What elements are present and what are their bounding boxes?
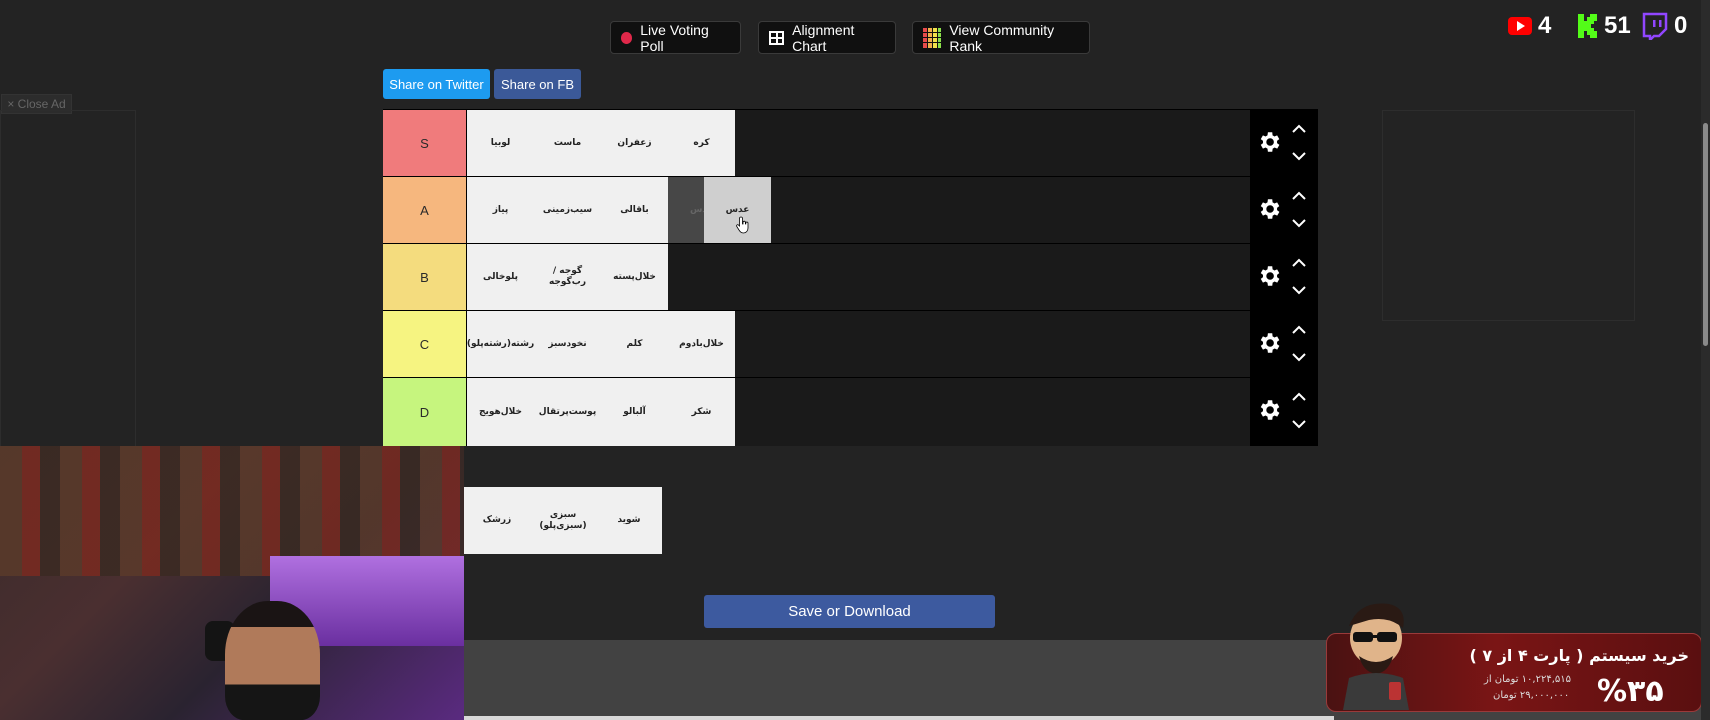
tier-item[interactable]: آلبالو: [601, 378, 668, 446]
kick-icon: [1578, 14, 1597, 38]
tier-label-b[interactable]: B: [383, 244, 467, 310]
pool-item[interactable]: سبزی (سبزی‌پلو): [530, 487, 596, 554]
tier-item[interactable]: ماست: [534, 110, 601, 176]
tier-controls-s: [1250, 110, 1318, 176]
promo-title: خرید سیستم ( پارت ۴ از ۷ ): [1469, 646, 1689, 665]
twitch-count: 0: [1674, 12, 1688, 39]
record-dot-icon: [621, 31, 633, 44]
tier-item[interactable]: پوست‌پرتقال: [534, 378, 601, 446]
twitch-stat: 0: [1640, 10, 1687, 42]
tier-row-b: B پلوخالی گوجه / رب‌گوجه خلال‌پسته: [383, 243, 1318, 310]
promo-price-original: ۲۹,۰۰۰,۰۰۰ تومان: [1493, 690, 1570, 701]
footer-divider: [464, 716, 1334, 720]
kick-stat: 51: [1578, 10, 1631, 42]
tier-list: S لوبیا ماست زعفران کره A پیاز سیب‌زمینی…: [383, 109, 1318, 446]
tier-items-s: لوبیا ماست زعفران کره: [467, 110, 735, 176]
tier-controls-b: [1250, 244, 1318, 310]
chevron-up-icon[interactable]: [1291, 124, 1307, 134]
tier-row-s: S لوبیا ماست زعفران کره: [383, 109, 1318, 176]
chevron-up-icon[interactable]: [1291, 392, 1307, 402]
tier-label-c[interactable]: C: [383, 311, 467, 377]
twitch-icon: [1642, 12, 1668, 40]
tier-controls-c: [1250, 311, 1318, 377]
tier-items-d: خلال‌هویج پوست‌پرتقال آلبالو شکر: [467, 378, 735, 446]
right-ad-slot: [1382, 110, 1635, 321]
tier-item[interactable]: لوبیا: [467, 110, 534, 176]
unranked-pool: زرشک سبزی (سبزی‌پلو) شوید: [464, 487, 662, 554]
color-grid-icon: [923, 27, 942, 48]
gear-icon[interactable]: [1256, 196, 1282, 222]
gear-icon[interactable]: [1256, 129, 1282, 155]
alignment-chart-button[interactable]: Alignment Chart: [758, 21, 896, 54]
tier-item[interactable]: نخودسبز: [534, 311, 601, 377]
view-community-rank-label: View Community Rank: [949, 21, 1055, 54]
promo-price-sale: ۱۰,۲۲۴,۵۱۵ تومان از: [1484, 674, 1571, 685]
tier-item[interactable]: خلال‌هویج: [467, 378, 534, 446]
tier-item[interactable]: رشته(رشته‌پلو): [467, 311, 534, 377]
tier-items-c: رشته(رشته‌پلو) نخودسبز کلم خلال‌بادوم: [467, 311, 735, 377]
tier-item[interactable]: سیب‌زمینی: [534, 177, 601, 243]
youtube-stat: 4: [1508, 10, 1551, 42]
chevron-down-icon[interactable]: [1291, 218, 1307, 228]
tier-item[interactable]: کلم: [601, 311, 668, 377]
tier-item[interactable]: شکر: [668, 378, 735, 446]
pool-item[interactable]: شوید: [596, 487, 662, 554]
gear-icon[interactable]: [1256, 397, 1282, 423]
chevron-down-icon[interactable]: [1291, 352, 1307, 362]
live-voting-poll-button[interactable]: Live Voting Poll: [610, 21, 741, 54]
live-voting-poll-label: Live Voting Poll: [640, 21, 709, 54]
left-ad-slot: [0, 110, 136, 448]
view-community-rank-button[interactable]: View Community Rank: [912, 21, 1090, 54]
tier-item[interactable]: پلوخالی: [467, 244, 534, 310]
tier-item[interactable]: زعفران: [601, 110, 668, 176]
scrollbar-thumb[interactable]: [1703, 123, 1708, 346]
tier-item[interactable]: کره: [668, 110, 735, 176]
chevron-down-icon[interactable]: [1291, 285, 1307, 295]
alignment-chart-label: Alignment Chart: [792, 21, 855, 54]
webcam-overlay: [0, 446, 464, 720]
tier-label-d[interactable]: D: [383, 378, 467, 446]
grid-icon: [769, 30, 785, 45]
tier-label-a[interactable]: A: [383, 177, 467, 243]
tier-items-b: پلوخالی گوجه / رب‌گوجه خلال‌پسته: [467, 244, 668, 310]
tier-item[interactable]: خلال‌پسته: [601, 244, 668, 310]
tier-row-c: C رشته(رشته‌پلو) نخودسبز کلم خلال‌بادوم: [383, 310, 1318, 377]
webcam-streamer: [225, 601, 320, 720]
tier-item[interactable]: باقالی: [601, 177, 668, 243]
youtube-icon: [1508, 17, 1532, 35]
gear-icon[interactable]: [1256, 263, 1282, 289]
tier-controls-a: [1250, 177, 1318, 243]
chevron-down-icon[interactable]: [1291, 419, 1307, 429]
tier-row-d: D خلال‌هویج پوست‌پرتقال آلبالو شکر: [383, 377, 1318, 446]
share-twitter-button[interactable]: Share on Twitter: [383, 69, 490, 99]
tier-items-a: پیاز سیب‌زمینی باقالی عدس عدس: [467, 177, 771, 243]
tier-item[interactable]: گوجه / رب‌گوجه: [534, 244, 601, 310]
page-scrollbar[interactable]: [1701, 0, 1710, 720]
tier-item[interactable]: پیاز: [467, 177, 534, 243]
chevron-down-icon[interactable]: [1291, 151, 1307, 161]
hand-cursor-icon: [736, 216, 749, 234]
save-or-download-button[interactable]: Save or Download: [704, 595, 995, 628]
gear-icon[interactable]: [1256, 330, 1282, 356]
tier-controls-d: [1250, 378, 1318, 446]
chevron-up-icon[interactable]: [1291, 258, 1307, 268]
chevron-up-icon[interactable]: [1291, 191, 1307, 201]
youtube-count: 4: [1538, 12, 1552, 39]
tier-row-a: A پیاز سیب‌زمینی باقالی عدس عدس: [383, 176, 1318, 243]
chevron-up-icon[interactable]: [1291, 325, 1307, 335]
tier-item[interactable]: خلال‌بادوم: [668, 311, 735, 377]
drop-placeholder: عدس: [668, 177, 704, 243]
kick-count: 51: [1604, 12, 1631, 39]
share-fb-button[interactable]: Share on FB: [494, 69, 581, 99]
pool-item[interactable]: زرشک: [464, 487, 530, 554]
promo-discount: %۳۵: [1597, 674, 1664, 709]
tier-label-s[interactable]: S: [383, 110, 467, 176]
mascot-icon: [1343, 603, 1409, 710]
